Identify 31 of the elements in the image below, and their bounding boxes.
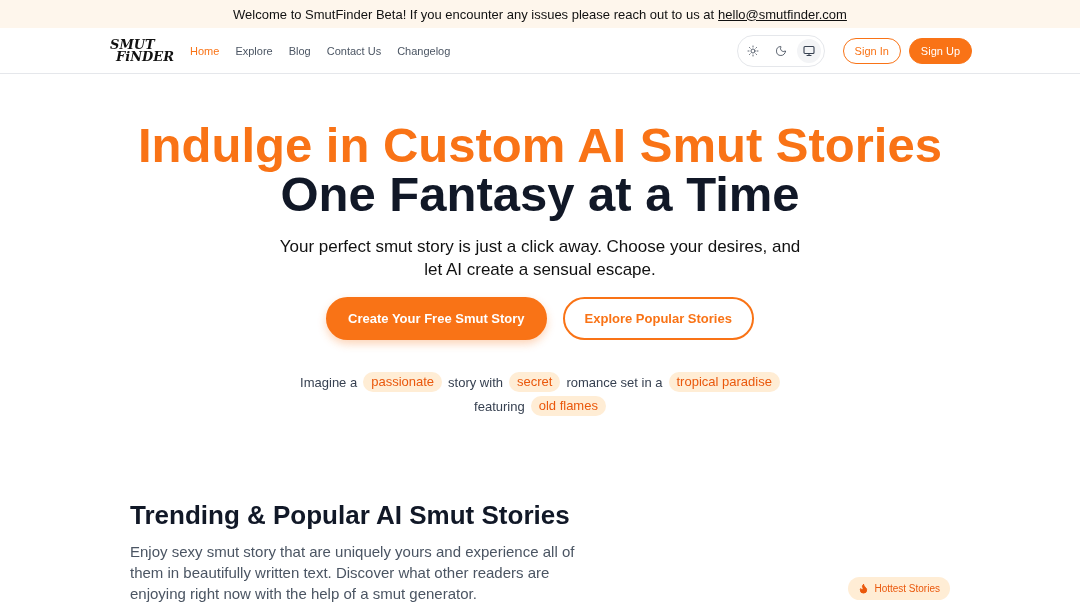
sun-icon xyxy=(746,44,759,57)
email-link[interactable]: hello@smutfinder.com xyxy=(718,6,847,22)
hottest-stories-badge[interactable]: Hottest Stories xyxy=(848,577,950,600)
nav-link[interactable]: Blog xyxy=(288,44,311,57)
prompt-text: featuring xyxy=(474,398,525,414)
prompt-tag[interactable]: tropical paradise xyxy=(668,372,780,392)
hero-title: One Fantasy at a Time xyxy=(280,170,800,219)
nav-link[interactable]: Contact Us xyxy=(326,44,382,57)
hero-subtitle: Your perfect smut story is just a click away. Choose your desires, and let AI create a sensual escape. xyxy=(278,236,802,281)
sign-in-button[interactable]: Sign In xyxy=(842,37,901,64)
prompt-tag[interactable]: old flames xyxy=(530,396,606,416)
moon-icon xyxy=(774,44,787,57)
monitor-icon xyxy=(802,44,815,57)
nav-link[interactable]: Home xyxy=(190,44,220,57)
prompt-tag[interactable]: passionate xyxy=(363,372,443,392)
nav-link[interactable]: Explore xyxy=(235,44,273,57)
monitor-button[interactable] xyxy=(796,38,821,63)
prompt-text: story with xyxy=(448,374,503,390)
nav-link[interactable]: Changelog xyxy=(397,44,451,57)
section-description: Enjoy sexy smut story that are uniquely yours and experience all of them in beautifully written text. Discover what other readers are enjoying right now with the help of a smut generator. xyxy=(130,542,576,604)
flame-icon xyxy=(858,583,870,594)
create-story-button[interactable]: Create Your Free Smut Story xyxy=(326,297,547,340)
logo[interactable]: SMUT FiNDER xyxy=(108,39,175,62)
sign-up-button[interactable]: Sign Up xyxy=(908,37,972,64)
section-heading: Trending & Popular AI Smut Stories xyxy=(130,500,571,531)
prompt-text: romance set in a xyxy=(566,374,663,390)
hero-title: Indulge in Custom AI Smut Stories xyxy=(138,121,942,170)
explore-stories-button[interactable]: Explore Popular Stories xyxy=(562,297,754,340)
prompt-text: Imagine a xyxy=(300,374,358,390)
prompt-tag[interactable]: secret xyxy=(509,372,561,392)
banner-text: Welcome to SmutFinder Beta! If you encounter any issues please reach out to us at xyxy=(233,6,715,22)
